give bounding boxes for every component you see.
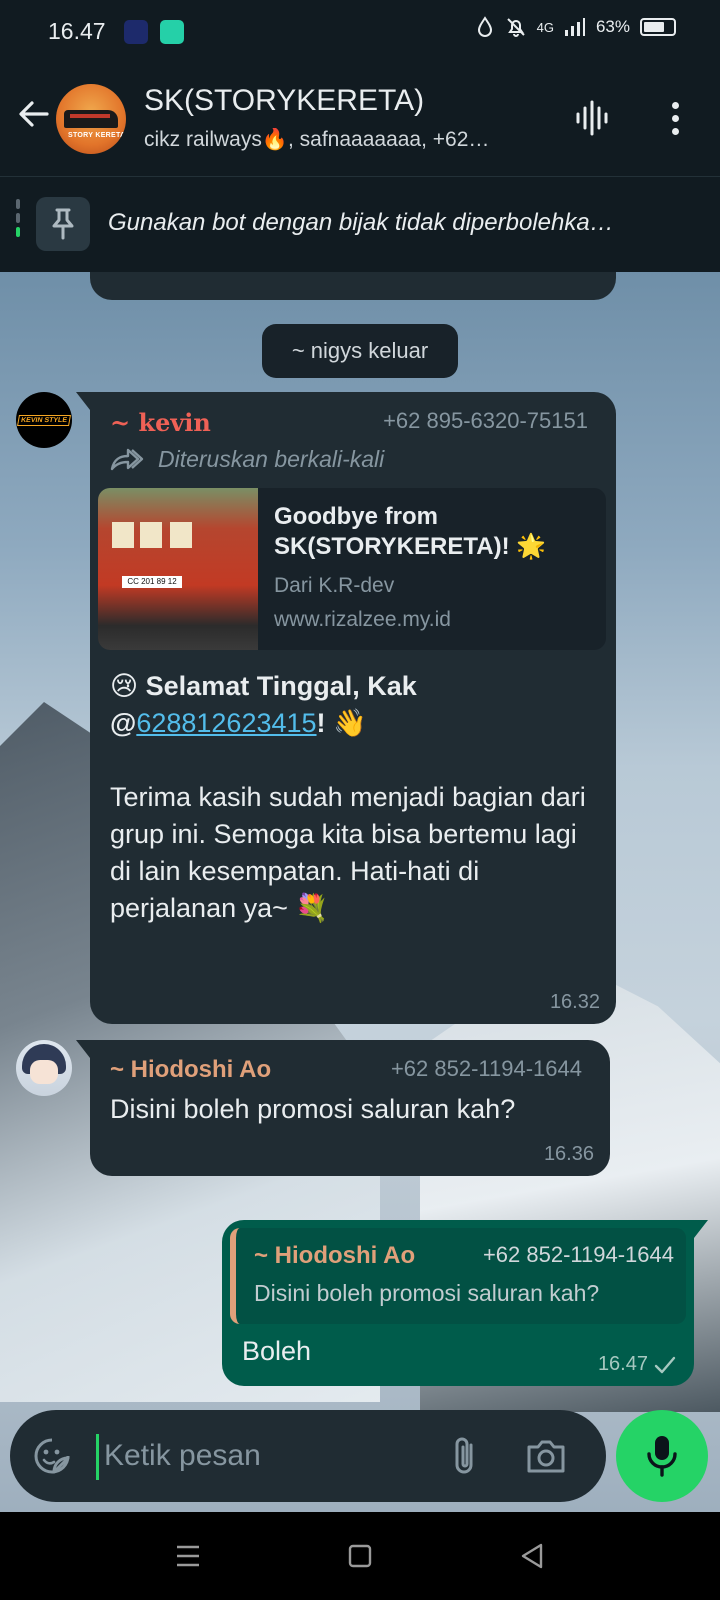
message-headline: 😢 Selamat Tinggal, Kak @628812623415! 👋 xyxy=(110,671,417,738)
sticker-icon xyxy=(34,1438,70,1474)
message-input-bar[interactable] xyxy=(10,1410,606,1502)
sender-phone: +62 852-1194-1644 xyxy=(390,1056,582,1081)
menu-lines-icon xyxy=(177,1545,199,1567)
mute-icon xyxy=(506,18,525,37)
pinned-message-bar[interactable]: Gunakan bot dengan bijak tidak diperbole… xyxy=(0,176,720,272)
message-input[interactable] xyxy=(104,1436,404,1476)
battery-icon xyxy=(640,18,676,36)
link-preview-url: www.rizalzee.my.id xyxy=(274,608,451,631)
message-body: Terima kasih sudah menjadi bagian dari g… xyxy=(110,782,586,923)
quoted-sender: ~ Hiodoshi Ao xyxy=(254,1242,416,1269)
camera-icon xyxy=(527,1440,565,1473)
message-time: 16.36 xyxy=(543,1143,594,1165)
chat-area[interactable]: ~ nigys keluar KEVIN STYLE ~ kevin +62 8… xyxy=(0,272,720,1512)
forwarded-text: Diteruskan berkali-kali xyxy=(158,446,385,472)
audio-wave-icon xyxy=(576,100,608,136)
microphone-icon xyxy=(647,1436,677,1477)
quoted-text: Disini boleh promosi saluran kah? xyxy=(254,1280,600,1306)
sender-name[interactable]: ~ Hiodoshi Ao xyxy=(110,1056,271,1084)
app-notification-icon xyxy=(160,20,184,44)
more-options-button[interactable] xyxy=(660,96,690,140)
mention-link[interactable]: 628812623415 xyxy=(136,708,316,738)
link-preview[interactable]: CC 201 89 12 Goodbye from SK(STORYKERETA… xyxy=(98,488,606,650)
dot-icon xyxy=(671,114,679,122)
attach-button[interactable] xyxy=(440,1432,488,1480)
app-notification-icon xyxy=(124,20,148,44)
voice-chat-button[interactable] xyxy=(570,96,614,140)
status-bar: 16.47 4G 63% xyxy=(0,0,720,64)
group-avatar[interactable]: STORY KERETA xyxy=(56,84,126,154)
triangle-back-icon xyxy=(521,1543,543,1569)
link-preview-title: Goodbye from SK(STORYKERETA)! 🌟 xyxy=(274,503,547,560)
top-bar-region: 16.47 4G 63% STORY KERETA SK(STORYKERETA… xyxy=(0,0,720,272)
dot-icon xyxy=(671,101,679,109)
camera-button[interactable] xyxy=(522,1432,570,1480)
status-indicators: 4G 63% xyxy=(475,16,676,38)
message-text: Disini boleh promosi saluran kah? xyxy=(110,1094,516,1124)
avatar[interactable] xyxy=(16,1040,72,1096)
locomotive-number: CC 201 89 12 xyxy=(122,576,182,588)
group-members[interactable]: cikz railways🔥, safnaaaaaaa, +62… xyxy=(144,128,544,152)
forward-icon xyxy=(110,448,144,470)
single-check-icon xyxy=(654,1356,676,1373)
system-nav-bar xyxy=(0,1512,720,1600)
link-preview-image: CC 201 89 12 xyxy=(98,488,258,650)
message-meta: 16.47 xyxy=(598,1353,676,1376)
pinned-message-text: Gunakan bot dengan bijak tidak diperbole… xyxy=(108,209,614,236)
avatar-logo: KEVIN STYLE xyxy=(17,414,71,426)
pin-icon xyxy=(36,197,90,251)
sender-name[interactable]: ~ kevin xyxy=(110,408,211,437)
signal-icon xyxy=(564,18,585,36)
link-preview-description: Dari K.R-dev xyxy=(274,574,395,597)
recents-button[interactable] xyxy=(166,1534,210,1578)
battery-percent: 63% xyxy=(595,17,630,36)
chat-header: STORY KERETA SK(STORYKERETA) cikz railwa… xyxy=(0,64,720,176)
forwarded-label: Diteruskan berkali-kali xyxy=(110,446,384,473)
paperclip-icon xyxy=(455,1437,473,1474)
voice-record-button[interactable] xyxy=(616,1410,708,1502)
group-avatar-text: STORY KERETA xyxy=(68,132,126,139)
network-type: 4G xyxy=(536,19,554,35)
back-button[interactable] xyxy=(14,94,54,134)
home-button[interactable] xyxy=(338,1534,382,1578)
train-image xyxy=(64,110,118,128)
message-bubble[interactable]: ~ kevin +62 895-6320-75151 Diteruskan be… xyxy=(76,392,616,1024)
message-time: 16.47 xyxy=(597,1353,648,1375)
group-title[interactable]: SK(STORYKERETA) xyxy=(144,84,424,118)
system-message: ~ nigys keluar xyxy=(262,324,458,378)
quoted-phone: +62 852-1194-1644 xyxy=(482,1242,674,1267)
square-icon xyxy=(348,1544,372,1568)
message-text: 😢 Selamat Tinggal, Kak @628812623415! 👋 … xyxy=(110,668,600,927)
message-time: 16.32 xyxy=(549,991,600,1013)
dot-icon xyxy=(671,127,679,135)
avatar[interactable]: KEVIN STYLE xyxy=(16,392,72,448)
pin-position-indicator xyxy=(16,199,20,249)
quoted-message[interactable]: ~ Hiodoshi Ao +62 852-1194-1644 Disini b… xyxy=(230,1228,686,1324)
system-back-button[interactable] xyxy=(510,1534,554,1578)
arrow-left-icon xyxy=(19,101,49,127)
sticker-button[interactable] xyxy=(30,1434,74,1478)
status-time: 16.47 xyxy=(48,18,106,44)
message-text: Boleh xyxy=(242,1336,312,1366)
message-bubble[interactable]: ~ Hiodoshi Ao +62 852-1194-1644 Disini b… xyxy=(76,1040,610,1176)
data-saver-icon xyxy=(477,16,492,37)
previous-message-bubble[interactable] xyxy=(90,272,616,300)
text-cursor xyxy=(96,1434,99,1480)
outgoing-message-bubble[interactable]: ~ Hiodoshi Ao +62 852-1194-1644 Disini b… xyxy=(222,1220,708,1386)
sender-phone: +62 895-6320-75151 xyxy=(383,408,588,433)
